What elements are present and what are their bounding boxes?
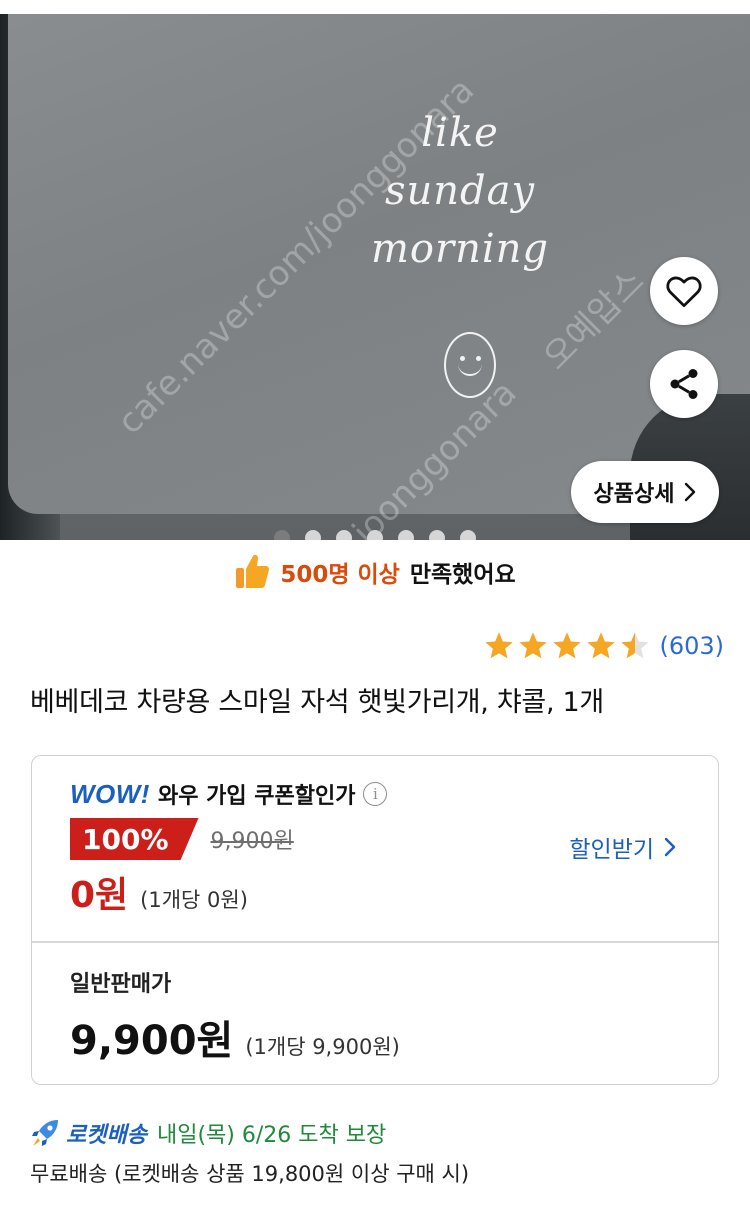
product-image-carousel[interactable]: like sunday morning cafe.naver.com/joong…: [0, 14, 750, 540]
satisfaction-text: 만족했어요: [409, 562, 516, 588]
info-icon[interactable]: i: [363, 782, 388, 806]
coupon-price: 0원: [70, 875, 129, 916]
get-discount-label: 할인받기: [569, 837, 654, 863]
star-rating: [483, 630, 651, 662]
star-icon: [621, 632, 650, 659]
price-box: WOW! 와우 가입 쿠폰할인가 i 100% 9,900원 0원 (1개당 0…: [31, 755, 719, 1085]
share-icon: [670, 369, 698, 399]
price-divider: [32, 941, 718, 943]
carousel-dot[interactable]: [336, 530, 352, 540]
original-price: 9,900원: [210, 829, 294, 854]
discount-percent-badge: 100%: [70, 818, 199, 860]
smiley-eye-left: [460, 356, 465, 361]
star-icon: [519, 632, 548, 659]
thumbs-up-icon: [236, 554, 270, 588]
sunshade-print-text: like sunday morning: [360, 104, 560, 278]
star-icon: [553, 632, 582, 659]
coupon-unit-price: (1개당 0원): [140, 888, 248, 912]
carousel-dot[interactable]: [398, 530, 414, 540]
carousel-dot[interactable]: [305, 530, 321, 540]
smiley-eye-right: [476, 356, 481, 361]
product-detail-button[interactable]: 상품상세: [571, 461, 719, 523]
print-line-3: morning: [370, 226, 550, 272]
carousel-pagination[interactable]: [274, 530, 476, 540]
wishlist-button[interactable]: [650, 257, 718, 325]
heart-icon: [666, 276, 702, 308]
normal-unit-price: (1개당 9,900원): [245, 1035, 400, 1059]
satisfaction-banner: 500명 이상 만족했어요: [0, 548, 750, 596]
review-count[interactable]: (603): [659, 632, 724, 660]
arrival-guarantee: 내일(목) 6/26 도착 보장: [156, 1123, 387, 1148]
get-discount-button[interactable]: 할인받기: [569, 830, 676, 864]
free-shipping-text: 무료배송 (로켓배송 상품 19,800원 이상 구매 시): [30, 1162, 470, 1186]
normal-price: 9,900원: [70, 1018, 234, 1064]
satisfaction-count: 500명 이상: [280, 562, 400, 588]
normal-price-row: 9,900원 (1개당 9,900원): [70, 1008, 400, 1066]
wow-coupon-label: 와우 가입 쿠폰할인가: [157, 784, 356, 809]
product-detail-label: 상품상세: [593, 482, 675, 507]
product-title: 베베데코 차량용 스마일 자석 햇빛가리개, 챠콜, 1개: [30, 687, 604, 718]
share-button[interactable]: [650, 350, 718, 418]
rocket-delivery-label: 로켓배송: [66, 1123, 147, 1148]
normal-price-label: 일반판매가: [70, 972, 172, 997]
chevron-right-icon: [664, 837, 676, 857]
rating-summary[interactable]: (603): [483, 630, 724, 662]
carousel-dot[interactable]: [460, 530, 476, 540]
carousel-dot[interactable]: [367, 530, 383, 540]
wow-logo: WOW!: [70, 778, 150, 809]
star-icon: [485, 632, 514, 659]
discount-row: 100% 9,900원: [70, 818, 294, 860]
wow-coupon-header: WOW! 와우 가입 쿠폰할인가 i: [70, 778, 388, 810]
coupon-price-row: 0원 (1개당 0원): [70, 866, 248, 918]
star-icon: [587, 632, 616, 659]
chevron-right-icon: [685, 482, 696, 502]
rocket-icon: [32, 1120, 58, 1146]
carousel-dot[interactable]: [429, 530, 445, 540]
delivery-info: 로켓배송 내일(목) 6/26 도착 보장: [30, 1117, 386, 1149]
smiley-mouth: [458, 362, 482, 376]
carousel-dot[interactable]: [274, 530, 290, 540]
